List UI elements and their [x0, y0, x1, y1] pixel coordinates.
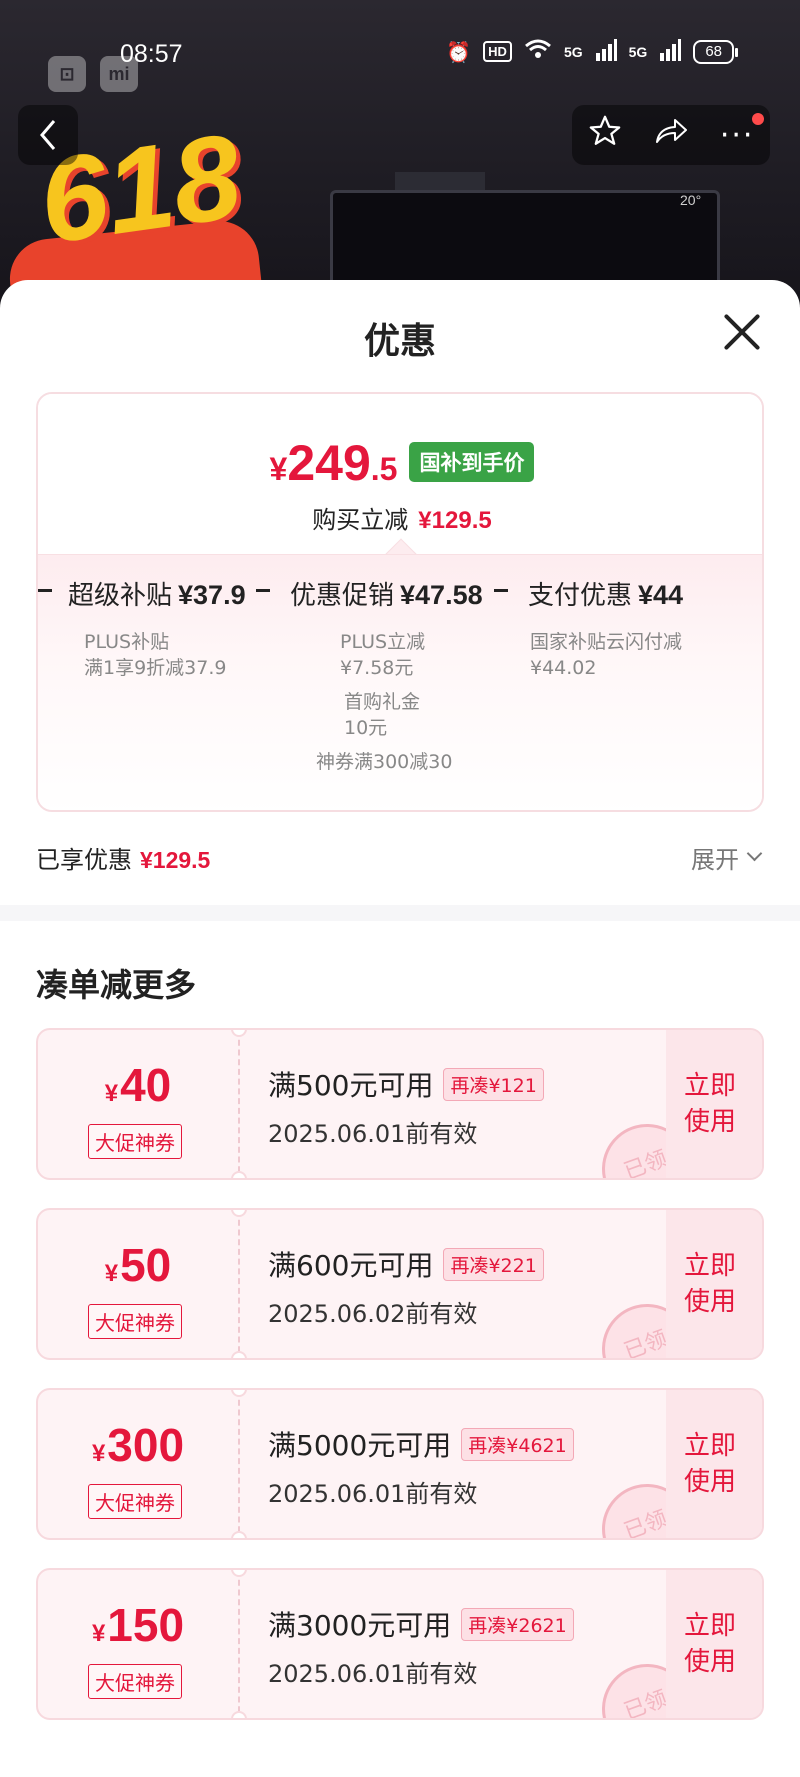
- back-button[interactable]: [18, 105, 78, 165]
- coupon-add-more-tag: 再凑¥221: [443, 1247, 544, 1281]
- share-icon[interactable]: [653, 116, 689, 154]
- coupon-type-tag: 大促神券: [88, 1304, 182, 1339]
- breakdown-item: 国家补贴云闪付减: [530, 631, 683, 653]
- breakdown-head-promotion: 优惠促销 ¥47.58: [290, 580, 483, 611]
- coupon-details: 满3000元可用 再凑¥2621 2025.06.01前有效: [268, 1604, 574, 1689]
- breakdown-item: PLUS立减: [340, 631, 426, 653]
- price-card: ¥249.5 国补到手价 购买立减 ¥129.5 超级补贴 ¥37.9 PLUS补贴…: [36, 392, 764, 812]
- more-menu-icon[interactable]: ···: [720, 118, 755, 153]
- coupon-type-tag: 大促神券: [88, 1484, 182, 1519]
- coupon-valid-date: 2025.06.02前有效: [268, 1300, 478, 1328]
- coupon-amount: 150: [107, 1599, 185, 1651]
- product-temp-readout: 20°: [680, 192, 702, 208]
- instant-discount-line: 购买立减 ¥129.5: [312, 506, 492, 534]
- chevron-left-icon: [40, 120, 56, 150]
- top-actions-group: ···: [572, 105, 770, 165]
- use-now-button[interactable]: 立即使用: [666, 1210, 762, 1358]
- breakdown-item: 10元: [344, 717, 388, 739]
- coupon-details: 满600元可用 再凑¥221 2025.06.02前有效: [268, 1244, 544, 1329]
- close-icon[interactable]: [720, 310, 764, 354]
- product-lid: [395, 172, 485, 190]
- status-icons: ⏰ HD 5G 5G 68: [446, 38, 738, 65]
- instant-discount-amount: ¥129.5: [418, 507, 492, 534]
- coupon-value: ¥50 大促神券: [38, 1210, 238, 1358]
- coupon-amount: 300: [107, 1419, 185, 1471]
- breakdown-item: 首购礼金: [344, 691, 421, 713]
- national-subsidy-tag: 国补到手价: [409, 442, 535, 482]
- notification-dot: [752, 113, 764, 125]
- wifi-icon: [524, 38, 552, 65]
- coupon-condition: 满3000元可用: [268, 1609, 452, 1642]
- breakdown-item: ¥7.58元: [340, 657, 414, 679]
- coupon-type-tag: 大促神券: [88, 1124, 182, 1159]
- final-price-block: ¥249.5 国补到手价 购买立减 ¥129.5: [38, 394, 762, 554]
- enjoyed-amount: ¥129.5: [140, 847, 211, 873]
- breakdown-item: PLUS补贴: [84, 631, 170, 653]
- app-badge-icon: ⊡: [48, 56, 86, 92]
- sheet-title: 优惠: [363, 321, 436, 362]
- expand-button[interactable]: 展开: [691, 840, 763, 875]
- coupon-add-more-tag: 再凑¥121: [443, 1067, 544, 1101]
- coupon-card: ¥300 大促神券 满5000元可用 再凑¥4621 2025.06.01前有效 …: [36, 1388, 764, 1540]
- coupon-valid-date: 2025.06.01前有效: [268, 1120, 478, 1148]
- minus-sign: [38, 589, 52, 592]
- discount-bottom-sheet: 优惠 ¥249.5 国补到手价 购买立减 ¥129.5 超级补贴 ¥37.9 PLU…: [0, 280, 800, 1777]
- use-now-button[interactable]: 立即使用: [666, 1390, 762, 1538]
- enjoyed-discount: 已享优惠 ¥129.5: [36, 846, 211, 874]
- coupon-amount: 50: [120, 1239, 172, 1291]
- breakdown-item: ¥44.02: [530, 657, 597, 679]
- final-price-row: ¥249.5 国补到手价: [38, 434, 762, 492]
- use-now-button[interactable]: 立即使用: [666, 1570, 762, 1718]
- coupon-value: ¥40 大促神券: [38, 1030, 238, 1178]
- coupon-amount: 40: [120, 1059, 172, 1111]
- section-divider: [0, 905, 800, 921]
- coupon-type-tag: 大促神券: [88, 1664, 182, 1699]
- battery-indicator: 68: [693, 39, 738, 64]
- status-bar: 08:57 ⊡ mi ⏰ HD 5G 5G 68: [0, 0, 800, 100]
- hd-voice-icon: HD: [483, 41, 512, 62]
- coupon-add-more-tag: 再凑¥4621: [461, 1427, 574, 1461]
- section-title-add-more: 凑单减更多: [36, 966, 197, 1004]
- chevron-down-icon: [746, 845, 763, 862]
- coupon-add-more-tag: 再凑¥2621: [461, 1607, 574, 1641]
- coupon-card: ¥40 大促神券 满500元可用 再凑¥121 2025.06.01前有效 已领 …: [36, 1028, 764, 1180]
- signal-5g-2: 5G: [628, 43, 648, 60]
- mi-badge-icon: mi: [100, 56, 138, 92]
- breakdown-item: 神券满300减30: [316, 751, 453, 773]
- use-now-button[interactable]: 立即使用: [666, 1030, 762, 1178]
- minus-sign: [256, 589, 270, 592]
- coupon-value: ¥150 大促神券: [38, 1570, 238, 1718]
- breakdown-head-payment: 支付优惠 ¥44: [528, 580, 684, 611]
- coupon-condition: 满600元可用: [268, 1249, 434, 1282]
- coupon-details: 满500元可用 再凑¥121 2025.06.01前有效: [268, 1064, 544, 1149]
- alarm-icon: ⏰: [446, 39, 472, 64]
- coupon-card: ¥50 大促神券 满600元可用 再凑¥221 2025.06.02前有效 已领 …: [36, 1208, 764, 1360]
- coupon-valid-date: 2025.06.01前有效: [268, 1480, 478, 1508]
- minus-sign: [494, 589, 508, 592]
- signal-5g-1: 5G: [563, 43, 583, 60]
- favorite-star-icon[interactable]: [588, 114, 622, 156]
- signal-bars-icon: [595, 38, 617, 65]
- coupon-condition: 满500元可用: [268, 1069, 434, 1102]
- discount-breakdown: 超级补贴 ¥37.9 PLUS补贴 满1享9折减37.9 优惠促销 ¥47.58 P…: [38, 554, 762, 810]
- breakdown-head-super-subsidy: 超级补贴 ¥37.9: [68, 580, 246, 611]
- signal-bars-icon: [659, 38, 682, 65]
- coupon-value: ¥300 大促神券: [38, 1390, 238, 1538]
- coupon-details: 满5000元可用 再凑¥4621 2025.06.01前有效: [268, 1424, 574, 1509]
- coupon-valid-date: 2025.06.01前有效: [268, 1660, 478, 1688]
- coupon-condition: 满5000元可用: [268, 1429, 452, 1462]
- breakdown-item: 满1享9折减37.9: [84, 657, 227, 679]
- coupon-card: ¥150 大促神券 满3000元可用 再凑¥2621 2025.06.01前有效 …: [36, 1568, 764, 1720]
- final-price: ¥249.5: [269, 435, 398, 491]
